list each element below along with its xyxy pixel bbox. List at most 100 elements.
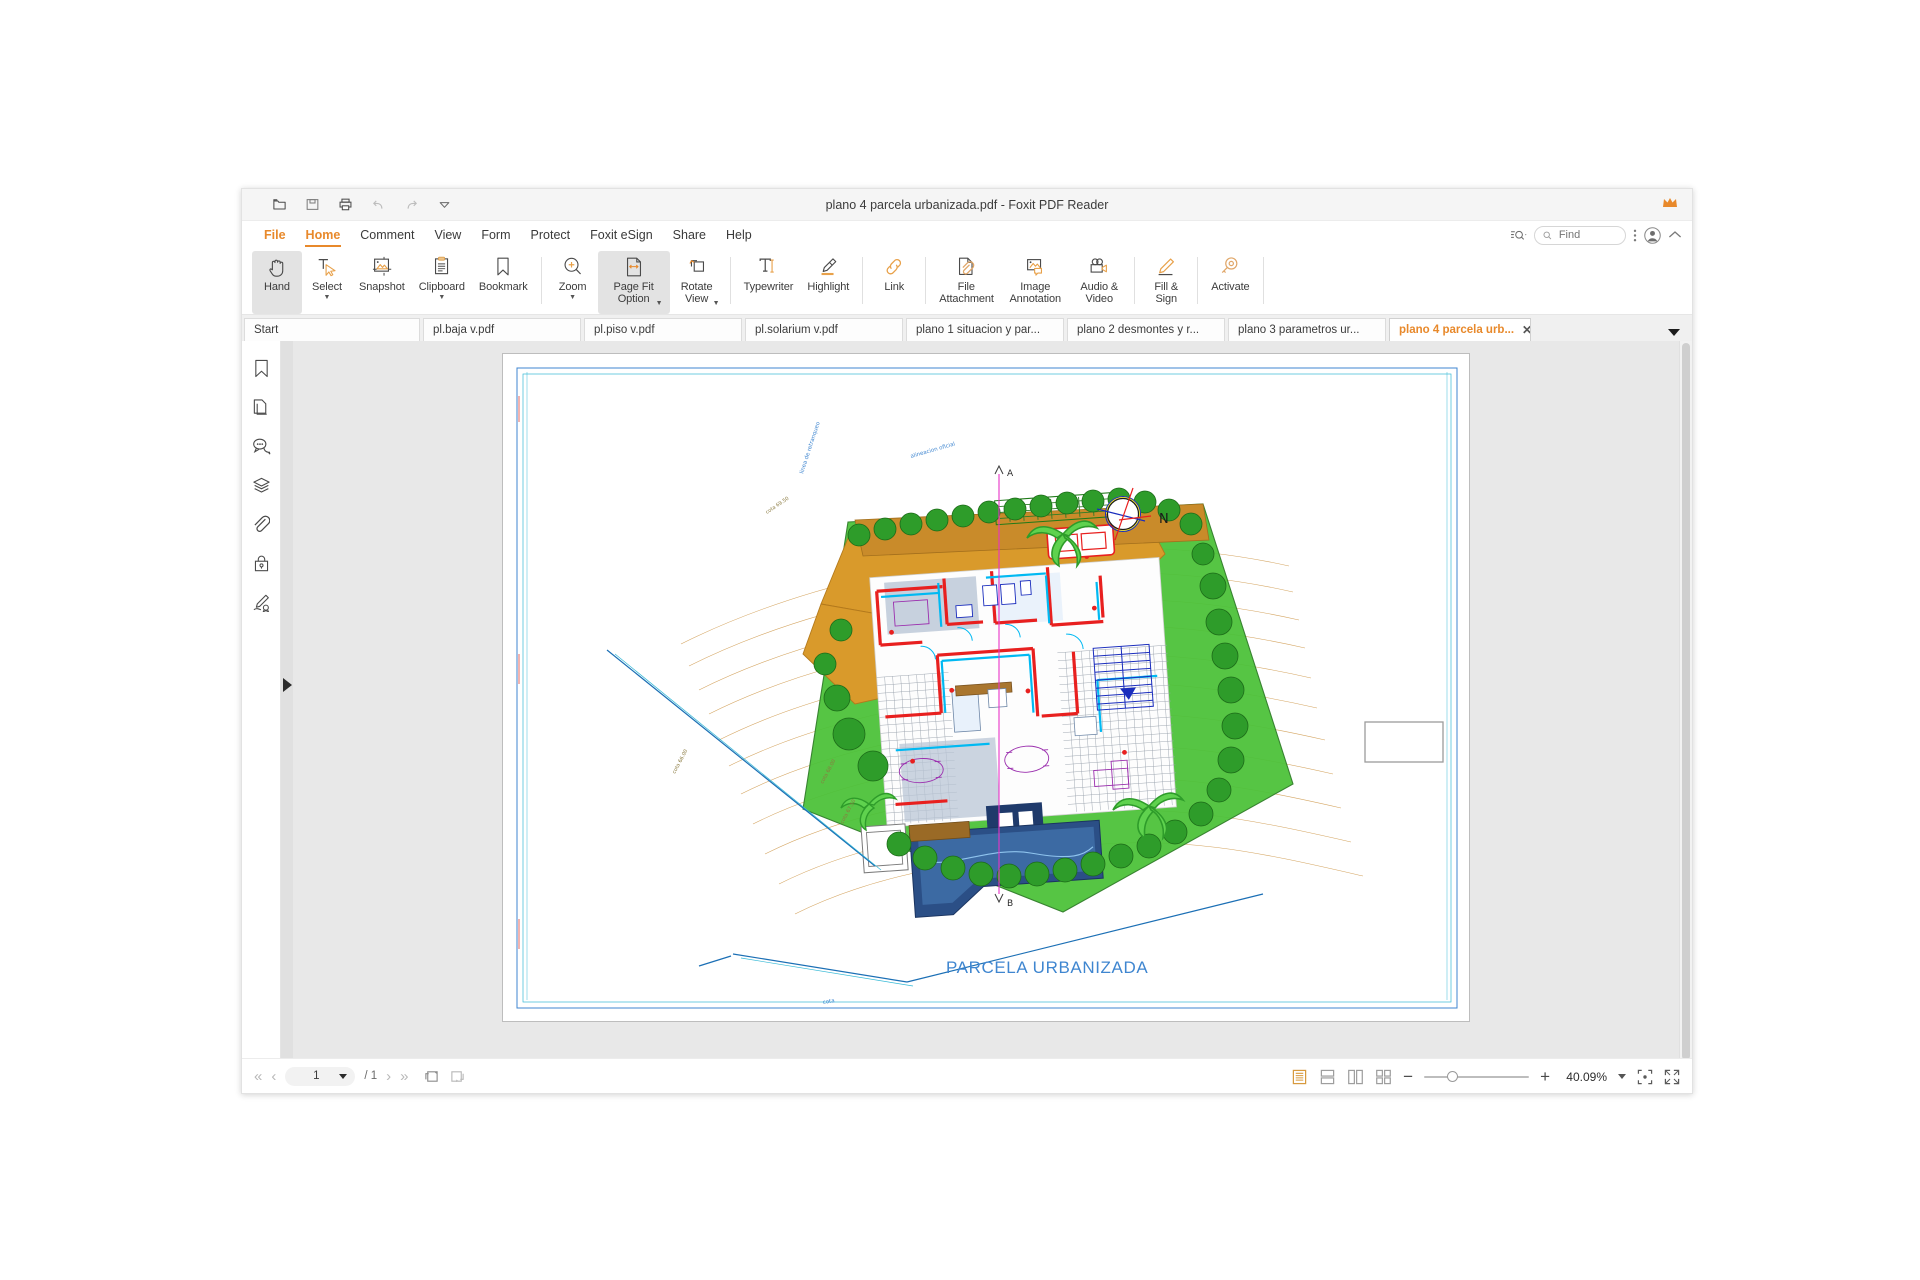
doctab-pl-baja[interactable]: pl.baja v.pdf [423,318,581,341]
rotate-view-dropdown-caret[interactable]: ▼ [713,300,720,307]
zoom-preset-caret-icon[interactable] [1618,1074,1626,1079]
page-thumbnails-panel-icon[interactable] [250,396,272,418]
panel-expand-icon[interactable] [283,677,292,692]
redo-icon[interactable] [402,196,420,214]
site-plan-drawing: A B cota 68.00 cota 67.50 cota 66.00 cot… [503,354,1469,1021]
last-page-icon[interactable]: » [400,1069,408,1084]
menu-home[interactable]: Home [296,224,351,247]
account-icon[interactable] [1644,226,1661,244]
facing-mode-icon[interactable] [1347,1069,1364,1085]
status-bar-right-controls: − + 40.09% [1291,1059,1680,1094]
select-dropdown-caret[interactable]: ▼ [324,294,331,301]
close-icon[interactable]: ✕ [1522,324,1530,336]
select-icon [315,254,339,280]
ribbon-image-annotation-tool[interactable]: Image Annotation [1000,251,1070,314]
zoom-out-button[interactable]: − [1403,1068,1413,1085]
ribbon-clipboard-tool[interactable]: Clipboard ▼ [412,251,472,314]
ribbon-activate-label: Activate [1211,281,1250,293]
tab-overflow-caret-icon[interactable] [1668,329,1680,336]
ribbon-file-attachment-label: File Attachment [939,281,994,305]
current-page-value: 1 [313,1070,320,1082]
page-navigation: « ‹ 1 / 1 › » [254,1066,466,1086]
layers-panel-icon[interactable] [250,474,272,496]
ribbon-select-tool[interactable]: Select ▼ [302,251,352,314]
prev-page-icon[interactable]: ‹ [271,1069,276,1084]
ribbon-bookmark-tool[interactable]: Bookmark [472,251,535,314]
search-input[interactable] [1556,228,1617,242]
doctab-plano-2[interactable]: plano 2 desmontes y r... [1067,318,1225,341]
ribbon-image-annotation-label: Image Annotation [1009,281,1062,305]
fit-page-icon[interactable] [1637,1069,1653,1085]
menu-foxit-esign[interactable]: Foxit eSign [580,224,663,246]
continuous-scroll-mode-icon[interactable] [1319,1069,1336,1085]
zoom-slider-handle[interactable] [1447,1070,1459,1082]
full-screen-icon[interactable] [1664,1069,1680,1085]
menu-form[interactable]: Form [471,224,520,246]
section-marker-a: A [1007,469,1014,479]
comments-panel-icon[interactable] [250,435,272,457]
ribbon-hand-tool[interactable]: Hand [252,251,302,314]
page-number-input[interactable]: 1 [285,1066,356,1086]
title-bar: plano 4 parcela urbanizada.pdf - Foxit P… [242,189,1692,221]
ribbon-activate-button[interactable]: Activate [1204,251,1256,314]
ribbon-fill-sign-tool[interactable]: Fill & Sign [1141,251,1191,314]
clipboard-icon [430,254,454,280]
panel-splitter[interactable] [281,341,293,1058]
scrollbar-thumb[interactable] [1682,343,1690,1060]
ribbon-file-attachment-tool[interactable]: File Attachment [932,251,1000,314]
security-panel-icon[interactable] [250,552,272,574]
clipboard-dropdown-caret[interactable]: ▼ [438,294,445,301]
undo-icon[interactable] [369,196,387,214]
ribbon-page-fit-option[interactable]: Page Fit Option ▼ [597,251,670,314]
menu-share[interactable]: Share [663,224,716,246]
ribbon-link-tool[interactable]: Link [869,251,919,314]
print-icon[interactable] [336,196,354,214]
doctab-plano-1[interactable]: plano 1 situacion y par... [906,318,1064,341]
ribbon-typewriter-tool[interactable]: Typewriter [737,251,801,314]
pdf-viewport[interactable]: A B cota 68.00 cota 67.50 cota 66.00 cot… [293,341,1679,1058]
page-fit-icon [622,254,646,280]
ribbon-separator [862,257,864,304]
signatures-panel-icon[interactable] [250,591,272,613]
more-options-icon[interactable] [1633,228,1637,243]
facing-continuous-mode-icon[interactable] [1375,1069,1392,1085]
single-page-mode-icon[interactable] [1291,1069,1308,1085]
next-page-icon[interactable]: › [386,1069,391,1084]
zoom-slider[interactable] [1424,1070,1530,1084]
zoom-in-button[interactable]: + [1540,1068,1550,1085]
menu-view[interactable]: View [424,224,471,246]
next-view-icon[interactable] [449,1069,466,1084]
previous-view-icon[interactable] [423,1069,440,1084]
menu-protect[interactable]: Protect [521,224,581,246]
menu-file[interactable]: File [254,224,296,246]
attachments-panel-icon[interactable] [250,513,272,535]
ribbon-link-label: Link [884,281,905,293]
customize-toolbar-icon[interactable] [435,196,453,214]
first-page-icon[interactable]: « [254,1069,262,1084]
vertical-scrollbar[interactable] [1679,341,1692,1060]
page-fit-dropdown-caret[interactable]: ▼ [656,300,663,307]
doctab-label: plano 3 parametros ur... [1238,324,1360,336]
ribbon-highlight-tool[interactable]: Highlight [800,251,856,314]
navigation-panel-rail [242,341,281,1058]
ribbon-snapshot-tool[interactable]: Snapshot [352,251,412,314]
doctab-plano-4-active[interactable]: plano 4 parcela urb... ✕ [1389,318,1531,341]
ribbon-audio-video-tool[interactable]: Audio & Video [1070,251,1128,314]
doctab-start[interactable]: Start [244,318,420,341]
ribbon-zoom-tool[interactable]: Zoom ▼ [548,251,598,314]
find-search-box[interactable] [1534,225,1626,245]
ribbon-rotate-view[interactable]: Rotate View ▼ [670,251,724,314]
save-icon[interactable] [303,196,321,214]
collapse-ribbon-icon[interactable] [1668,230,1682,240]
menu-comment[interactable]: Comment [350,224,424,246]
bookmarks-panel-icon[interactable] [250,357,272,379]
menu-help[interactable]: Help [716,224,762,246]
doctab-pl-piso[interactable]: pl.piso v.pdf [584,318,742,341]
advanced-search-icon[interactable] [1510,229,1527,242]
zoom-dropdown-caret[interactable]: ▼ [569,294,576,301]
doctab-label: pl.solarium v.pdf [755,324,838,336]
open-icon[interactable] [270,196,288,214]
page-dropdown-caret-icon[interactable] [339,1073,348,1079]
doctab-pl-solarium[interactable]: pl.solarium v.pdf [745,318,903,341]
doctab-plano-3[interactable]: plano 3 parametros ur... [1228,318,1386,341]
